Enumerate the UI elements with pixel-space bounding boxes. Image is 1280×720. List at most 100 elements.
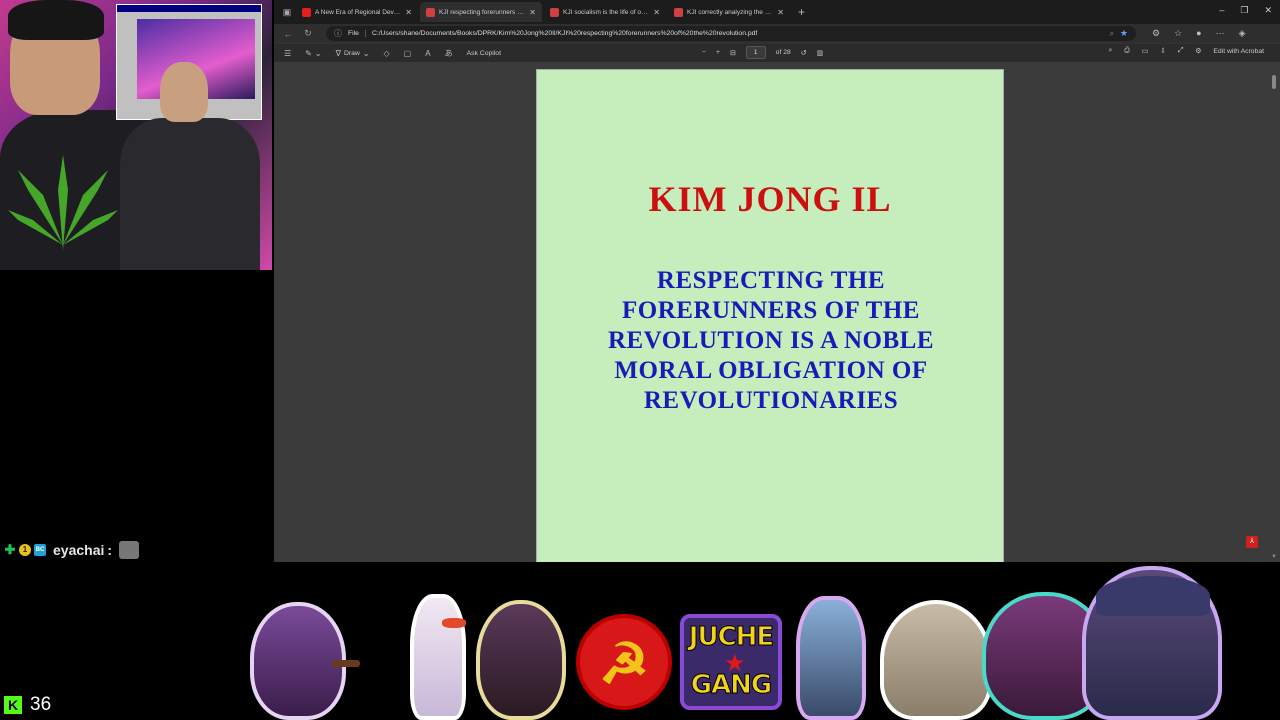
refresh-icon[interactable]: ↻ [302, 28, 314, 39]
sticker-band: ☭ JUCHE ★ GANG [200, 566, 1280, 720]
kick-icon: K [4, 696, 22, 714]
edit-with-acrobat-button[interactable]: Edit with Acrobat [1213, 48, 1264, 55]
info-icon[interactable]: ⓘ [334, 28, 342, 39]
pdf-toolbar-right: ⌕ ⎙ ▭ ⇩ ⤢ ⚙ Edit with Acrobat [1108, 47, 1264, 55]
chevron-down-icon: ⌄ [362, 48, 370, 58]
stream-layout: ▣ A New Era of Regional Development ✕ KJ… [0, 0, 1280, 720]
tab-title: KJI correctly analyzing the precondition [687, 8, 774, 16]
fullscreen-icon[interactable]: ⤢ [1178, 47, 1183, 55]
webcam-second-person-head [160, 62, 208, 122]
chat-emote-icon [119, 541, 140, 559]
read-aloud-button[interactable]: A [425, 49, 430, 58]
zoom-in-icon[interactable]: + [716, 49, 720, 56]
browser-actions: ⚙ ☆ ● ⋯ ◈ [1152, 28, 1246, 39]
chevron-down-icon: ⌄ [314, 48, 322, 58]
browser-window: ▣ A New Era of Regional Development ✕ KJ… [274, 0, 1280, 562]
save-icon[interactable]: ▭ [1142, 47, 1148, 55]
zoom-icon[interactable]: ⌕ [1109, 29, 1113, 39]
close-icon[interactable]: ✕ [653, 8, 660, 17]
page-navigation: − + ⊟ 1 of 28 ↺ ▥ [702, 46, 823, 59]
chat-separator: : [107, 542, 113, 558]
youtube-favicon-icon [302, 7, 311, 17]
tab-strip: ▣ A New Era of Regional Development ✕ KJ… [274, 0, 1280, 24]
search-icon[interactable]: ⌕ [1108, 47, 1112, 55]
erase-button[interactable]: ◇ [384, 49, 390, 58]
page-number-input[interactable]: 1 [745, 46, 766, 59]
acrobat-icon[interactable]: ⅄ [1246, 536, 1258, 548]
pdf-toolbar: ☰ ✎ ⌄ ∇ Draw ⌄ ◇ ▢ A あ Ask Copilot − + ⊟ … [274, 43, 1280, 62]
viewer-count: 36 [30, 694, 52, 715]
extensions-icon[interactable]: ⚙ [1152, 28, 1160, 39]
viewer-count-widget: K 36 [4, 694, 51, 716]
print-icon[interactable]: ⎙ [1124, 47, 1129, 55]
fit-page-icon[interactable]: ⊟ [730, 49, 736, 57]
save-as-icon[interactable]: ⇩ [1160, 47, 1166, 55]
scroll-down-icon[interactable]: ▼ [1271, 554, 1277, 560]
menu-icon: ☰ [284, 48, 292, 58]
contents-button[interactable]: ☰ [284, 49, 291, 58]
pdf-favicon-icon [550, 7, 559, 17]
scrollbar-thumb[interactable] [1272, 75, 1276, 89]
revolutionary-sticker [250, 602, 360, 720]
ask-copilot-button[interactable]: Ask Copilot [467, 50, 501, 57]
document-author: KIM JONG IL [648, 179, 892, 219]
wpk-emblem-sticker: ☭ [576, 614, 672, 710]
close-icon[interactable]: ✕ [777, 8, 784, 17]
draw-icon: ∇ [335, 48, 341, 58]
window-controls: – ❐ ✕ [1219, 5, 1272, 16]
pdf-viewer[interactable]: KIM JONG IL RESPECTING THE FORERUNNERS O… [274, 63, 1280, 562]
favorite-star-icon[interactable]: ★ [1120, 28, 1128, 39]
tab-actions-icon[interactable]: ▣ [280, 5, 294, 19]
chat-message: ✚ 1 BC eyachai : [4, 540, 140, 560]
juche-gang-sticker: JUCHE ★ GANG [680, 614, 782, 710]
document-title: RESPECTING THE FORERUNNERS OF THE REVOLU… [607, 267, 935, 414]
tab-title: KJI socialism is the life of our people [563, 8, 649, 16]
gang-word: GANG [690, 670, 773, 701]
tab-title: KJI respecting forerunners of the revolu… [439, 8, 525, 16]
minimize-button[interactable]: – [1219, 5, 1224, 16]
text-box-button[interactable]: ▢ [404, 49, 412, 58]
highlight-button[interactable]: ✎ ⌄ [305, 49, 321, 58]
zoom-out-icon[interactable]: − [702, 49, 706, 56]
draw-button[interactable]: ∇ Draw ⌄ [336, 49, 370, 58]
webcam-person-hair [8, 0, 104, 40]
tab-3[interactable]: KJI socialism is the life of our people … [544, 2, 666, 22]
page-total-label: of 28 [775, 49, 791, 56]
url-text[interactable]: C:/Users/shane/Documents/Books/DPRK/Kim%… [372, 30, 1103, 37]
chat-username: eyachai [53, 542, 105, 558]
close-window-button[interactable]: ✕ [1264, 5, 1272, 16]
back-icon[interactable]: ← [282, 29, 294, 39]
tab-1[interactable]: A New Era of Regional Development ✕ [296, 2, 418, 22]
settings-icon[interactable]: ⚙ [1195, 47, 1201, 55]
webcam-second-person-body [120, 118, 260, 270]
close-icon[interactable]: ✕ [529, 8, 536, 17]
portrait-sticker [476, 600, 566, 720]
read-aloud-icon: A [425, 48, 431, 58]
draw-label: Draw [343, 49, 360, 57]
subscriber-badge-icon: ✚ [4, 542, 16, 557]
more-menu-icon[interactable]: ⋯ [1216, 28, 1225, 39]
tab-4[interactable]: KJI correctly analyzing the precondition… [668, 2, 790, 22]
gifter-badge: 1 [19, 544, 31, 556]
rotate-icon[interactable]: ↺ [801, 49, 807, 57]
tab-title: A New Era of Regional Development [315, 8, 401, 16]
favorites-icon[interactable]: ☆ [1174, 28, 1182, 39]
webcam-overlay [0, 0, 272, 270]
tab-2[interactable]: KJI respecting forerunners of the revolu… [420, 2, 542, 22]
ask-copilot-label: Ask Copilot [466, 49, 501, 57]
leader-sticker [796, 596, 866, 720]
page-view-icon[interactable]: ▥ [817, 49, 823, 57]
close-icon[interactable]: ✕ [405, 8, 412, 17]
translate-button[interactable]: あ [445, 48, 453, 59]
new-tab-button[interactable]: + [792, 5, 811, 19]
restore-button[interactable]: ❐ [1240, 5, 1248, 16]
bc-badge: BC [34, 544, 46, 556]
translate-icon: あ [444, 48, 453, 58]
cap-portrait-sticker [1082, 566, 1222, 720]
address-bar[interactable]: ⓘ File C:/Users/shane/Documents/Books/DP… [326, 26, 1136, 41]
goose-sticker [410, 594, 466, 720]
pdf-favicon-icon [426, 7, 435, 17]
copilot-icon[interactable]: ◈ [1239, 28, 1246, 39]
profile-icon[interactable]: ● [1196, 28, 1201, 39]
pdf-page: KIM JONG IL RESPECTING THE FORERUNNERS O… [536, 69, 1004, 562]
